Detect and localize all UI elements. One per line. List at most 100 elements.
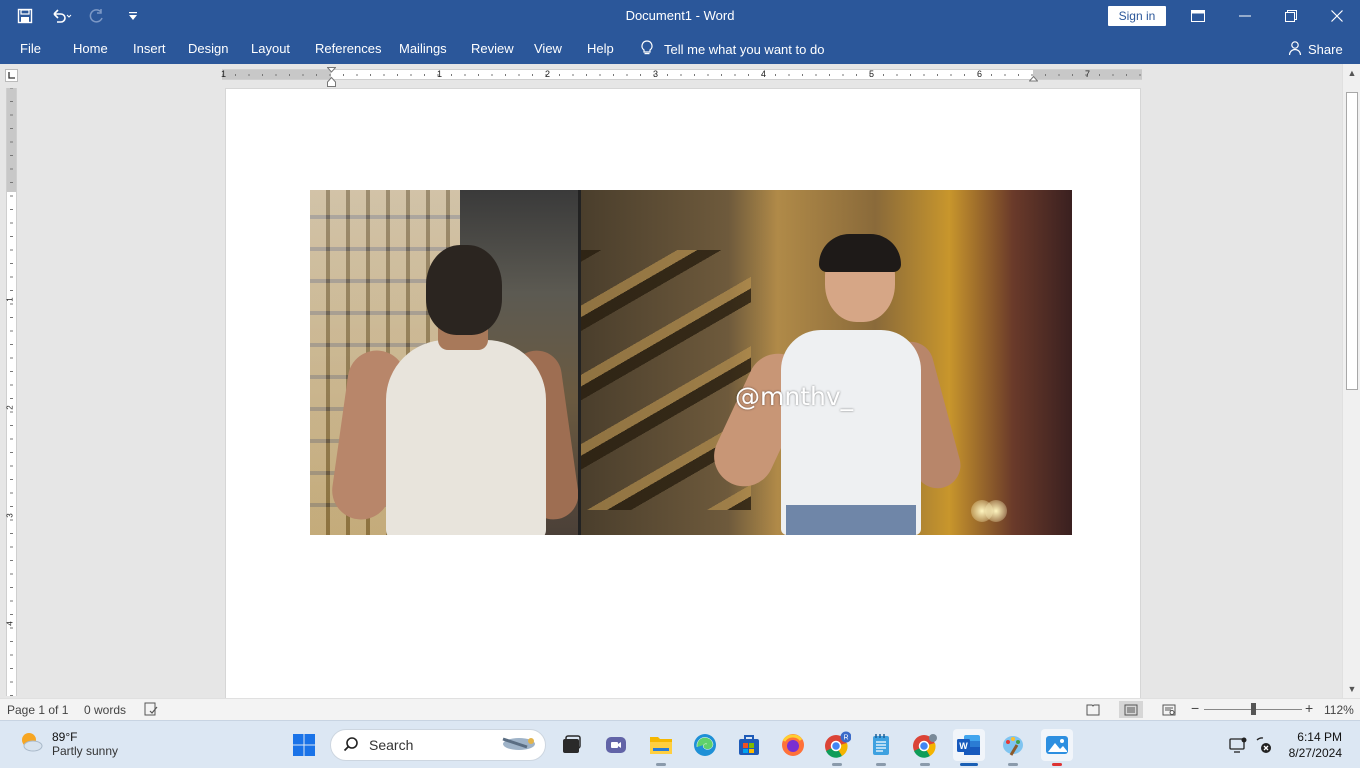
scroll-thumb[interactable] bbox=[1346, 92, 1358, 390]
minimize-icon[interactable] bbox=[1222, 0, 1268, 32]
notepad-icon[interactable] bbox=[865, 729, 897, 761]
proofing-icon[interactable] bbox=[144, 702, 158, 719]
vruler-label: 2 bbox=[5, 405, 15, 410]
system-clock[interactable]: 6:14 PM 8/27/2024 bbox=[1280, 729, 1342, 761]
tab-mailings[interactable]: Mailings bbox=[399, 41, 447, 56]
ruler-label: 5 bbox=[869, 69, 875, 79]
right-indent-marker[interactable] bbox=[1028, 71, 1039, 85]
file-explorer-icon[interactable] bbox=[645, 729, 677, 761]
vruler-label: 4 bbox=[5, 621, 15, 626]
read-mode-icon[interactable] bbox=[1081, 701, 1105, 718]
zoom-level[interactable]: 112% bbox=[1324, 703, 1354, 717]
weather-temperature: 89°F bbox=[52, 729, 78, 744]
tab-references[interactable]: References bbox=[315, 41, 381, 56]
firefox-icon[interactable] bbox=[777, 729, 809, 761]
tab-file[interactable]: File bbox=[20, 41, 41, 56]
ruler-label: 4 bbox=[761, 69, 767, 79]
scroll-down-icon[interactable]: ▼ bbox=[1345, 682, 1359, 696]
title-bar: Document1 - Word Sign in bbox=[0, 0, 1360, 32]
restore-icon[interactable] bbox=[1268, 0, 1314, 32]
tab-help[interactable]: Help bbox=[587, 41, 614, 56]
zoom-in-icon[interactable]: + bbox=[1305, 700, 1313, 716]
running-indicator bbox=[656, 763, 666, 766]
lightbulb-icon bbox=[640, 40, 654, 59]
print-layout-icon[interactable] bbox=[1119, 701, 1143, 718]
chrome-profile-r-icon[interactable]: R bbox=[821, 729, 853, 761]
running-indicator bbox=[1008, 763, 1018, 766]
clock-time: 6:14 PM bbox=[1297, 730, 1342, 744]
running-indicator bbox=[1052, 763, 1062, 766]
running-indicator bbox=[876, 763, 886, 766]
tab-layout[interactable]: Layout bbox=[251, 41, 290, 56]
sign-in-button[interactable]: Sign in bbox=[1108, 6, 1166, 26]
undo-icon[interactable] bbox=[46, 1, 76, 31]
zoom-out-icon[interactable]: − bbox=[1191, 700, 1199, 716]
first-line-indent-marker[interactable] bbox=[326, 67, 337, 90]
running-indicator bbox=[920, 763, 930, 766]
customize-toolbar-icon[interactable] bbox=[118, 1, 148, 31]
paint-icon[interactable] bbox=[997, 729, 1029, 761]
weather-widget[interactable]: 89°F Partly sunny bbox=[18, 729, 118, 758]
vertical-ruler-ticks bbox=[10, 88, 13, 696]
search-icon bbox=[343, 736, 359, 755]
horizontal-ruler[interactable]: 1 1 2 3 4 5 6 7 bbox=[221, 69, 1142, 80]
search-label: Search bbox=[369, 737, 414, 753]
image-watermark: @mnthv_ bbox=[735, 382, 854, 411]
tab-design[interactable]: Design bbox=[188, 41, 228, 56]
quick-access-toolbar bbox=[10, 0, 148, 32]
ruler-label: 2 bbox=[545, 69, 551, 79]
running-indicator bbox=[832, 763, 842, 766]
tab-review[interactable]: Review bbox=[471, 41, 514, 56]
taskbar-search-input[interactable]: Search bbox=[330, 729, 546, 761]
tab-selector[interactable] bbox=[5, 69, 18, 82]
edge-browser-icon[interactable] bbox=[689, 729, 721, 761]
page-count[interactable]: Page 1 of 1 bbox=[7, 703, 68, 717]
tab-insert[interactable]: Insert bbox=[133, 41, 166, 56]
zoom-slider-thumb[interactable] bbox=[1251, 703, 1256, 715]
svg-text:R: R bbox=[843, 735, 848, 742]
scroll-up-icon[interactable]: ▲ bbox=[1345, 66, 1359, 80]
clock-date: 8/27/2024 bbox=[1288, 746, 1342, 760]
teams-chat-icon[interactable] bbox=[600, 729, 632, 761]
network-disconnected-icon[interactable] bbox=[1254, 735, 1274, 755]
taskbar: 89°F Partly sunny Search R W 6:14 PM 8/2… bbox=[0, 720, 1360, 768]
inserted-image[interactable]: @mnthv_ bbox=[310, 190, 1072, 535]
windows-start-icon[interactable] bbox=[288, 729, 320, 761]
share-label: Share bbox=[1308, 42, 1343, 57]
ribbon-tabs: File Home Insert Design Layout Reference… bbox=[0, 32, 1360, 64]
vertical-scrollbar[interactable]: ▲ ▼ bbox=[1342, 64, 1360, 698]
photo-right-panel bbox=[581, 190, 1072, 535]
redo-icon[interactable] bbox=[82, 1, 112, 31]
ruler-label: 1 bbox=[437, 69, 443, 79]
weather-condition: Partly sunny bbox=[52, 743, 119, 758]
photo-left-panel bbox=[310, 190, 582, 535]
svg-text:W: W bbox=[959, 741, 968, 751]
ruler-ticks bbox=[222, 74, 1141, 76]
vruler-label: 3 bbox=[5, 513, 15, 518]
active-indicator bbox=[960, 763, 978, 766]
tell-me-search[interactable]: Tell me what you want to do bbox=[640, 40, 824, 59]
word-app-icon[interactable]: W bbox=[953, 729, 985, 761]
search-highlight-icon bbox=[497, 733, 537, 758]
close-icon[interactable] bbox=[1314, 0, 1360, 32]
ruler-area: 1 1 2 3 4 5 6 7 bbox=[0, 64, 1360, 88]
chrome-profile-w-icon[interactable] bbox=[909, 729, 941, 761]
tab-home[interactable]: Home bbox=[73, 41, 108, 56]
share-button[interactable]: Share bbox=[1288, 40, 1343, 59]
microsoft-store-icon[interactable] bbox=[733, 729, 765, 761]
head-shape bbox=[426, 245, 502, 335]
status-bar: Page 1 of 1 0 words − + 112% bbox=[0, 698, 1360, 720]
ribbon-display-options-icon[interactable] bbox=[1175, 0, 1221, 32]
photos-app-icon[interactable] bbox=[1041, 729, 1073, 761]
word-count[interactable]: 0 words bbox=[84, 703, 126, 717]
tank-top-shape bbox=[386, 340, 546, 535]
notification-app-icon[interactable] bbox=[1228, 735, 1248, 755]
vertical-ruler[interactable]: 1 2 3 4 bbox=[6, 88, 17, 696]
person-icon bbox=[1288, 40, 1304, 59]
vruler-label: 1 bbox=[5, 297, 15, 302]
web-layout-icon[interactable] bbox=[1157, 701, 1181, 718]
task-view-icon[interactable] bbox=[555, 729, 587, 761]
ruler-label: 3 bbox=[653, 69, 659, 79]
save-icon[interactable] bbox=[10, 1, 40, 31]
tab-view[interactable]: View bbox=[534, 41, 562, 56]
